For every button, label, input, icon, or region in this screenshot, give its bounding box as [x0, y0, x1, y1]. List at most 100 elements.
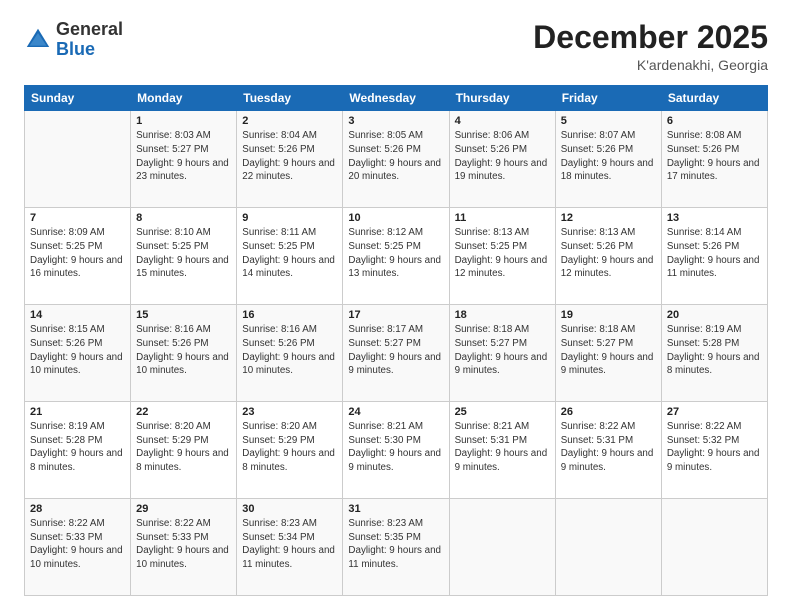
day-number: 13 — [667, 212, 762, 224]
day-number: 10 — [348, 212, 443, 224]
week-row-4: 21Sunrise: 8:19 AMSunset: 5:28 PMDayligh… — [25, 402, 768, 499]
day-info: Sunrise: 8:13 AMSunset: 5:26 PMDaylight:… — [561, 226, 656, 281]
calendar-cell: 2Sunrise: 8:04 AMSunset: 5:26 PMDaylight… — [237, 111, 343, 208]
calendar-cell: 7Sunrise: 8:09 AMSunset: 5:25 PMDaylight… — [25, 208, 131, 305]
day-info: Sunrise: 8:09 AMSunset: 5:25 PMDaylight:… — [30, 226, 125, 281]
day-number: 26 — [561, 406, 656, 418]
day-info: Sunrise: 8:13 AMSunset: 5:25 PMDaylight:… — [455, 226, 550, 281]
day-info: Sunrise: 8:17 AMSunset: 5:27 PMDaylight:… — [348, 323, 443, 378]
day-number: 30 — [242, 503, 337, 515]
calendar-cell: 4Sunrise: 8:06 AMSunset: 5:26 PMDaylight… — [449, 111, 555, 208]
day-info: Sunrise: 8:08 AMSunset: 5:26 PMDaylight:… — [667, 129, 762, 184]
day-info: Sunrise: 8:06 AMSunset: 5:26 PMDaylight:… — [455, 129, 550, 184]
weekday-header-monday: Monday — [131, 86, 237, 111]
day-number: 31 — [348, 503, 443, 515]
day-info: Sunrise: 8:23 AMSunset: 5:35 PMDaylight:… — [348, 517, 443, 572]
weekday-header-row: SundayMondayTuesdayWednesdayThursdayFrid… — [25, 86, 768, 111]
day-number: 28 — [30, 503, 125, 515]
calendar-cell: 19 Sunrise: 8:18 AMSunset: 5:27 PMDayligh… — [555, 305, 661, 402]
week-row-1: 1Sunrise: 8:03 AMSunset: 5:27 PMDaylight… — [25, 111, 768, 208]
calendar-cell: 13 Sunrise: 8:14 AMSunset: 5:26 PMDayligh… — [661, 208, 767, 305]
day-info: Sunrise: 8:03 AMSunset: 5:27 PMDaylight:… — [136, 129, 231, 184]
day-number: 25 — [455, 406, 550, 418]
weekday-header-wednesday: Wednesday — [343, 86, 449, 111]
day-number: 20 — [667, 309, 762, 321]
calendar-cell: 26 Sunrise: 8:22 AMSunset: 5:31 PMDayligh… — [555, 402, 661, 499]
day-info: Sunrise: 8:16 AMSunset: 5:26 PMDaylight:… — [136, 323, 231, 378]
location: K'ardenakhi, Georgia — [533, 57, 768, 73]
logo-general-text: General — [56, 19, 123, 39]
calendar-cell: 1Sunrise: 8:03 AMSunset: 5:27 PMDaylight… — [131, 111, 237, 208]
day-info: Sunrise: 8:05 AMSunset: 5:26 PMDaylight:… — [348, 129, 443, 184]
day-number: 14 — [30, 309, 125, 321]
calendar-cell: 16 Sunrise: 8:16 AMSunset: 5:26 PMDayligh… — [237, 305, 343, 402]
day-info: Sunrise: 8:22 AMSunset: 5:33 PMDaylight:… — [30, 517, 125, 572]
day-number: 23 — [242, 406, 337, 418]
day-number: 22 — [136, 406, 231, 418]
day-info: Sunrise: 8:22 AMSunset: 5:32 PMDaylight:… — [667, 420, 762, 475]
calendar-cell: 9Sunrise: 8:11 AMSunset: 5:25 PMDaylight… — [237, 208, 343, 305]
weekday-header-saturday: Saturday — [661, 86, 767, 111]
day-number: 17 — [348, 309, 443, 321]
day-info: Sunrise: 8:21 AMSunset: 5:30 PMDaylight:… — [348, 420, 443, 475]
calendar-cell — [25, 111, 131, 208]
week-row-2: 7Sunrise: 8:09 AMSunset: 5:25 PMDaylight… — [25, 208, 768, 305]
day-info: Sunrise: 8:20 AMSunset: 5:29 PMDaylight:… — [242, 420, 337, 475]
calendar-cell: 23 Sunrise: 8:20 AMSunset: 5:29 PMDayligh… — [237, 402, 343, 499]
day-number: 19 — [561, 309, 656, 321]
weekday-header-thursday: Thursday — [449, 86, 555, 111]
calendar-cell: 24Sunrise: 8:21 AMSunset: 5:30 PMDayligh… — [343, 402, 449, 499]
calendar-cell: 11 Sunrise: 8:13 AMSunset: 5:25 PMDayligh… — [449, 208, 555, 305]
page: General Blue December 2025 K'ardenakhi, … — [0, 0, 792, 612]
day-number: 2 — [242, 115, 337, 127]
calendar-cell — [449, 499, 555, 596]
calendar-cell: 21Sunrise: 8:19 AMSunset: 5:28 PMDayligh… — [25, 402, 131, 499]
calendar-cell: 30 Sunrise: 8:23 AMSunset: 5:34 PMDayligh… — [237, 499, 343, 596]
calendar-cell: 25 Sunrise: 8:21 AMSunset: 5:31 PMDayligh… — [449, 402, 555, 499]
calendar-cell: 27 Sunrise: 8:22 AMSunset: 5:32 PMDayligh… — [661, 402, 767, 499]
day-number: 3 — [348, 115, 443, 127]
weekday-header-tuesday: Tuesday — [237, 86, 343, 111]
day-info: Sunrise: 8:14 AMSunset: 5:26 PMDaylight:… — [667, 226, 762, 281]
day-info: Sunrise: 8:18 AMSunset: 5:27 PMDaylight:… — [455, 323, 550, 378]
day-info: Sunrise: 8:10 AMSunset: 5:25 PMDaylight:… — [136, 226, 231, 281]
day-info: Sunrise: 8:20 AMSunset: 5:29 PMDaylight:… — [136, 420, 231, 475]
calendar-cell: 18Sunrise: 8:18 AMSunset: 5:27 PMDayligh… — [449, 305, 555, 402]
calendar-cell: 31 Sunrise: 8:23 AMSunset: 5:35 PMDayligh… — [343, 499, 449, 596]
day-info: Sunrise: 8:23 AMSunset: 5:34 PMDaylight:… — [242, 517, 337, 572]
day-info: Sunrise: 8:18 AMSunset: 5:27 PMDaylight:… — [561, 323, 656, 378]
logo-blue-text: Blue — [56, 39, 95, 59]
week-row-5: 28 Sunrise: 8:22 AMSunset: 5:33 PMDayligh… — [25, 499, 768, 596]
day-info: Sunrise: 8:15 AMSunset: 5:26 PMDaylight:… — [30, 323, 125, 378]
calendar-cell — [555, 499, 661, 596]
logo-icon — [24, 26, 52, 54]
calendar-cell: 17 Sunrise: 8:17 AMSunset: 5:27 PMDayligh… — [343, 305, 449, 402]
month-title: December 2025 — [533, 20, 768, 55]
calendar-cell: 12Sunrise: 8:13 AMSunset: 5:26 PMDayligh… — [555, 208, 661, 305]
calendar-cell: 28 Sunrise: 8:22 AMSunset: 5:33 PMDayligh… — [25, 499, 131, 596]
week-row-3: 14 Sunrise: 8:15 AMSunset: 5:26 PMDayligh… — [25, 305, 768, 402]
day-number: 16 — [242, 309, 337, 321]
day-info: Sunrise: 8:07 AMSunset: 5:26 PMDaylight:… — [561, 129, 656, 184]
day-number: 15 — [136, 309, 231, 321]
day-number: 8 — [136, 212, 231, 224]
day-number: 29 — [136, 503, 231, 515]
day-info: Sunrise: 8:21 AMSunset: 5:31 PMDaylight:… — [455, 420, 550, 475]
header: General Blue December 2025 K'ardenakhi, … — [24, 20, 768, 73]
day-number: 21 — [30, 406, 125, 418]
calendar: SundayMondayTuesdayWednesdayThursdayFrid… — [24, 85, 768, 596]
calendar-cell: 22 Sunrise: 8:20 AMSunset: 5:29 PMDayligh… — [131, 402, 237, 499]
calendar-cell: 8 Sunrise: 8:10 AMSunset: 5:25 PMDaylight… — [131, 208, 237, 305]
weekday-header-friday: Friday — [555, 86, 661, 111]
weekday-header-sunday: Sunday — [25, 86, 131, 111]
calendar-cell: 5Sunrise: 8:07 AMSunset: 5:26 PMDaylight… — [555, 111, 661, 208]
day-info: Sunrise: 8:22 AMSunset: 5:31 PMDaylight:… — [561, 420, 656, 475]
calendar-cell: 20Sunrise: 8:19 AMSunset: 5:28 PMDayligh… — [661, 305, 767, 402]
calendar-cell — [661, 499, 767, 596]
logo-text: General Blue — [56, 20, 123, 60]
day-number: 6 — [667, 115, 762, 127]
calendar-cell: 29Sunrise: 8:22 AMSunset: 5:33 PMDayligh… — [131, 499, 237, 596]
day-info: Sunrise: 8:16 AMSunset: 5:26 PMDaylight:… — [242, 323, 337, 378]
day-number: 27 — [667, 406, 762, 418]
day-number: 11 — [455, 212, 550, 224]
